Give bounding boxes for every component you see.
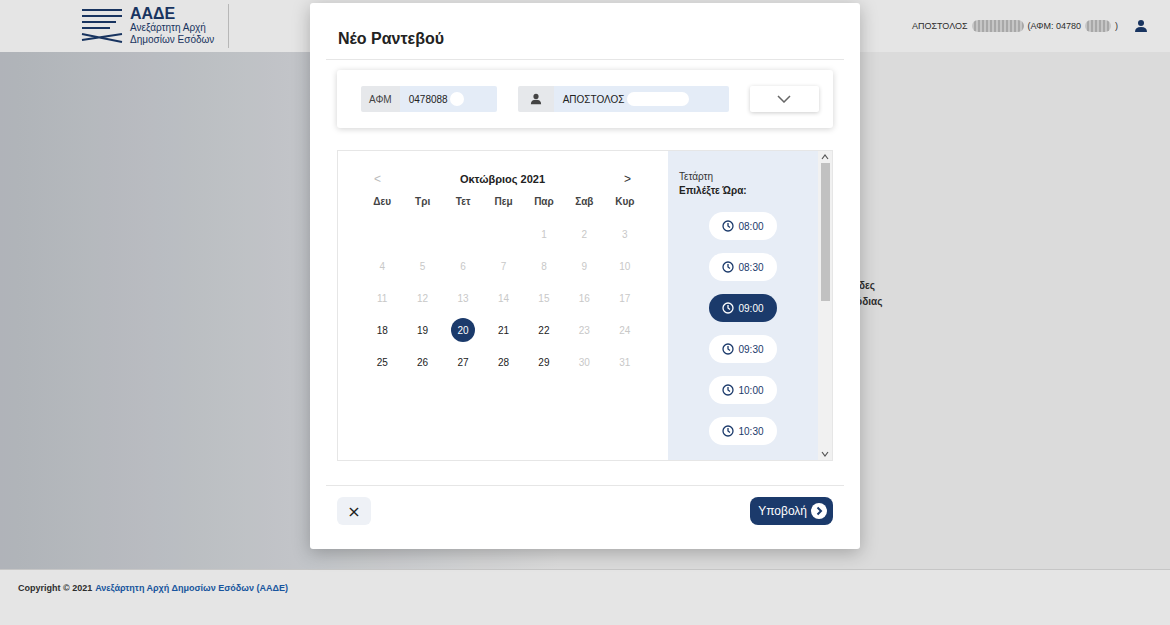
calendar-day[interactable]: 28: [491, 350, 515, 374]
clock-icon: [722, 220, 734, 232]
calendar-day: 8: [532, 254, 556, 278]
weekday: Τετ: [443, 195, 483, 209]
selected-day: Τετάρτη: [679, 170, 818, 184]
weekday: Τρι: [402, 195, 442, 209]
scroll-down-icon: [821, 451, 829, 457]
next-month-button[interactable]: >: [624, 172, 631, 186]
time-slot[interactable]: 10:00: [709, 376, 777, 404]
time-slot[interactable]: 08:30: [709, 253, 777, 281]
scrollbar-thumb[interactable]: [821, 163, 830, 301]
calendar-day: 17: [613, 286, 637, 310]
calendar-day: 30: [572, 350, 596, 374]
clock-icon: [722, 343, 734, 355]
calendar-day: 5: [411, 254, 435, 278]
afm-field: ΑΦΜ0478088: [361, 86, 497, 112]
calendar-day: 23: [572, 318, 596, 342]
calendar-day[interactable]: 19: [411, 318, 435, 342]
calendar-day: 6: [451, 254, 475, 278]
chevron-down-icon: [777, 95, 791, 103]
scroll-up-icon: [821, 154, 829, 160]
calendar-day: 31: [613, 350, 637, 374]
calendar-day: 15: [532, 286, 556, 310]
arrow-right-icon: [811, 503, 827, 519]
calendar-day: 4: [370, 254, 394, 278]
appointment-modal: Νέο Ραντεβού ΑΦΜ0478088 ΑΠΟΣΤΟΛΟΣ < Οκτώβριο…: [310, 3, 860, 549]
calendar-day[interactable]: 26: [411, 350, 435, 374]
calendar-day: 16: [572, 286, 596, 310]
calendar-day[interactable]: 27: [451, 350, 475, 374]
clock-icon: [722, 261, 734, 273]
taxpayer-card: ΑΦΜ0478088 ΑΠΟΣΤΟΛΟΣ: [337, 70, 833, 128]
clock-icon: [722, 425, 734, 437]
calendar-day[interactable]: 21: [491, 318, 515, 342]
calendar-day: 24: [613, 318, 637, 342]
calendar: <Οκτώβριος 2021>ΔευΤριΤετΠεμΠαρΣαβΚυρ123…: [338, 151, 668, 460]
calendar-day[interactable]: 20: [451, 318, 475, 342]
time-prompt: Επιλέξτε Ώρα:: [679, 184, 818, 198]
divider: [326, 59, 844, 60]
page: ΑΑΔΕΑνεξάρτητη ΑρχήΔημοσίων ΕσόδωνΑΠΟΣΤΟ…: [0, 0, 1170, 625]
calendar-day: 2: [572, 222, 596, 246]
close-button[interactable]: ×: [337, 497, 371, 525]
prev-month-button[interactable]: <: [374, 172, 381, 186]
weekday: Σαβ: [564, 195, 604, 209]
user-icon: [530, 93, 542, 105]
time-slot[interactable]: 09:30: [709, 335, 777, 363]
clock-icon: [722, 384, 734, 396]
time-slot[interactable]: 10:30: [709, 417, 777, 445]
calendar-day: 7: [491, 254, 515, 278]
submit-button[interactable]: Υποβολή: [750, 497, 833, 525]
calendar-day: 10: [613, 254, 637, 278]
time-slot[interactable]: 08:00: [709, 212, 777, 240]
time-slot[interactable]: 09:00: [709, 294, 777, 322]
weekday: Πεμ: [483, 195, 523, 209]
modal-title: Νέο Ραντεβού: [310, 3, 860, 59]
blurred-text: [450, 92, 464, 106]
person-field: ΑΠΟΣΤΟΛΟΣ: [518, 86, 729, 112]
calendar-day[interactable]: 22: [532, 318, 556, 342]
blurred-text: [627, 92, 689, 106]
dropdown[interactable]: [750, 86, 819, 112]
calendar-day: 3: [613, 222, 637, 246]
date-time-picker: <Οκτώβριος 2021>ΔευΤριΤετΠεμΠαρΣαβΚυρ123…: [337, 150, 833, 461]
calendar-day[interactable]: 25: [370, 350, 394, 374]
calendar-day: 1: [532, 222, 556, 246]
calendar-day: 13: [451, 286, 475, 310]
calendar-day[interactable]: 29: [532, 350, 556, 374]
afm-value: 0478088: [400, 86, 497, 112]
weekday: Δευ: [362, 195, 402, 209]
calendar-day: 14: [491, 286, 515, 310]
person-name: ΑΠΟΣΤΟΛΟΣ: [554, 86, 729, 112]
month-label: Οκτώβριος 2021: [460, 173, 545, 185]
clock-icon: [722, 302, 734, 314]
scrollbar[interactable]: [818, 151, 832, 460]
weekday: Κυρ: [605, 195, 645, 209]
time-panel: ΤετάρτηΕπιλέξτε Ώρα: 08:00 08:30 09:00 09:30…: [668, 151, 832, 460]
calendar-day: 9: [572, 254, 596, 278]
weekday: Παρ: [524, 195, 564, 209]
calendar-day: 12: [411, 286, 435, 310]
divider: [326, 485, 844, 486]
afm-label: ΑΦΜ: [361, 86, 400, 112]
calendar-day: 11: [370, 286, 394, 310]
modal-backdrop[interactable]: Νέο Ραντεβού ΑΦΜ0478088 ΑΠΟΣΤΟΛΟΣ < Οκτώβριο…: [0, 0, 1170, 625]
calendar-day[interactable]: 18: [370, 318, 394, 342]
